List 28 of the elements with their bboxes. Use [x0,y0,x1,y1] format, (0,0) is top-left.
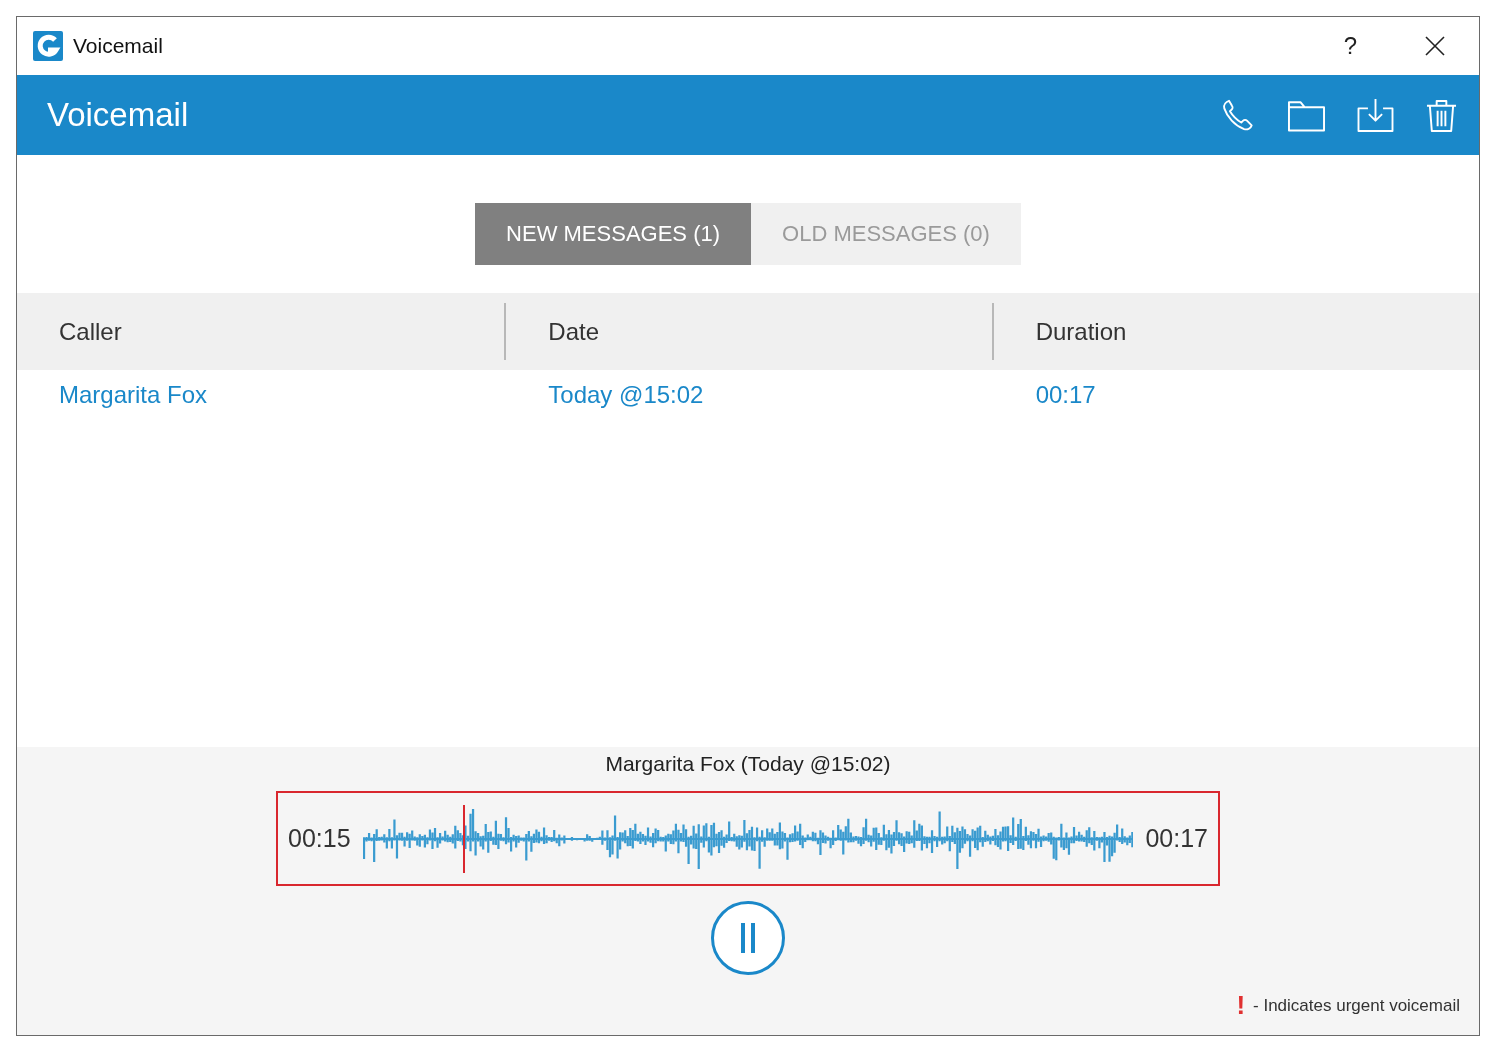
window-title: Voicemail [73,34,163,58]
total-time: 00:17 [1145,824,1208,853]
help-button[interactable]: ? [1343,32,1357,60]
download-icon [1357,98,1394,132]
close-icon [1425,36,1445,56]
download-button[interactable] [1357,98,1394,132]
date-link[interactable]: Today @15:02 [548,381,704,409]
page-title: Voicemail [47,96,189,134]
close-button[interactable] [1425,36,1445,56]
messages-tab[interactable]: NEW MESSAGES (1) [475,203,752,265]
column-header[interactable]: Caller [59,317,122,346]
elapsed-time: 00:15 [288,824,351,853]
playhead[interactable] [462,804,465,873]
column-header[interactable]: Duration [1035,317,1127,346]
exclamation-mark: ! [1236,990,1246,1021]
caller-link[interactable]: Margarita Fox [59,381,208,409]
delete-button[interactable] [1426,98,1457,132]
column-header[interactable]: Date [548,317,600,346]
logo-icon [33,31,63,61]
waveform[interactable] [362,804,1134,873]
urgent-legend: - Indicates urgent voicemail [1253,995,1460,1016]
trash-icon [1426,98,1457,132]
folder-icon [1288,98,1325,132]
playing-title: Margarita Fox (Today @15:02) [605,751,891,777]
folder-button[interactable] [1288,98,1325,132]
pause-icon [741,923,755,953]
duration-link[interactable]: 00:17 [1035,381,1096,409]
messages-tab[interactable]: OLD MESSAGES (0) [751,203,1021,265]
